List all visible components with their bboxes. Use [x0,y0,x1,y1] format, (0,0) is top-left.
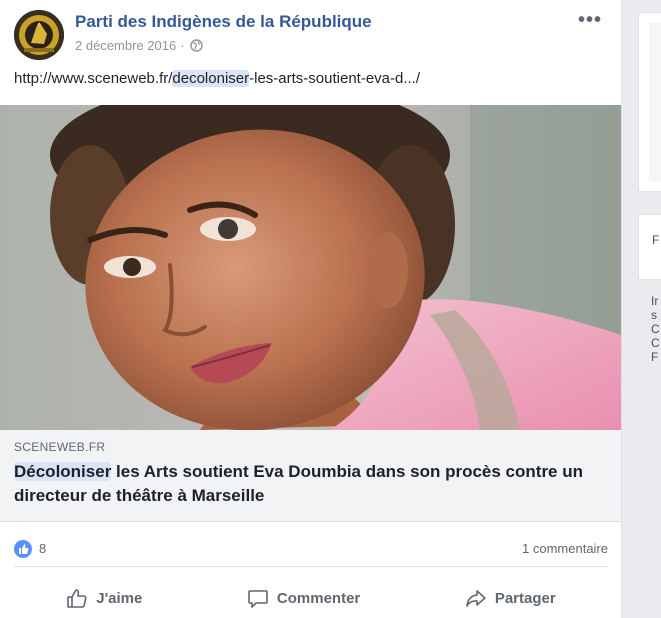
comment-label: Commenter [276,589,361,607]
meta-separator: · [180,38,185,53]
post-date[interactable]: 2 décembre 2016 [75,38,176,53]
url-highlight: decoloniser [172,70,250,87]
url-prefix: http://www.sceneweb.fr/ [14,70,173,87]
page-avatar[interactable] [14,10,64,60]
like-button[interactable]: J'aime [66,587,142,609]
post-card: Parti des Indigènes de la République 2 d… [0,0,622,618]
share-label: Partager [494,589,556,607]
thumbs-up-icon [66,587,88,609]
comment-count[interactable]: 1 commentaire [522,541,608,556]
sidebar-line: F [651,350,659,364]
sidebar-line: s [651,308,657,322]
post-stats: 8 1 commentaire [14,530,608,567]
post-header: Parti des Indigènes de la République 2 d… [14,10,614,62]
like-label: J'aime [96,589,143,607]
post-meta: 2 décembre 2016 · [75,38,203,53]
globe-icon [189,39,203,52]
sidebar-text-fragments: Ir s C C F [651,294,660,364]
share-button[interactable]: Partager [465,587,556,609]
more-options-button[interactable]: ••• [578,10,602,30]
post-actions: J'aime Commenter Partager [14,580,608,616]
sidebar-line: Ir [651,294,659,308]
url-suffix: -les-arts-soutient-eva-d.../ [249,70,421,87]
link-preview-image[interactable] [0,105,621,430]
post-text: http://www.sceneweb.fr/decoloniser-les-a… [14,70,614,87]
post-url-link[interactable]: http://www.sceneweb.fr/decoloniser-les-a… [14,70,420,87]
link-domain: SCENEWEB.FR [14,440,106,454]
facebook-feed: Parti des Indigènes de la République 2 d… [0,0,661,618]
sidebar-card-top [638,12,661,192]
sidebar-line: C [651,336,660,350]
sidebar-card-middle: F [638,214,661,280]
comment-button[interactable]: Commenter [247,587,360,609]
page-name-link[interactable]: Parti des Indigènes de la République [75,12,372,32]
link-title: Décoloniser les Arts soutient Eva Doumbi… [14,460,609,508]
comment-icon [247,587,269,609]
link-preview-box[interactable]: SCENEWEB.FR Décoloniser les Arts soutien… [0,430,621,522]
like-count[interactable]: 8 [39,541,46,556]
sidebar-card-placeholder [649,23,661,181]
sidebar-fragment-1: F [652,233,660,247]
sidebar-line: C [651,322,660,336]
share-icon [465,587,487,609]
like-icon[interactable] [14,540,32,558]
link-title-highlight: Décoloniser [14,462,112,481]
